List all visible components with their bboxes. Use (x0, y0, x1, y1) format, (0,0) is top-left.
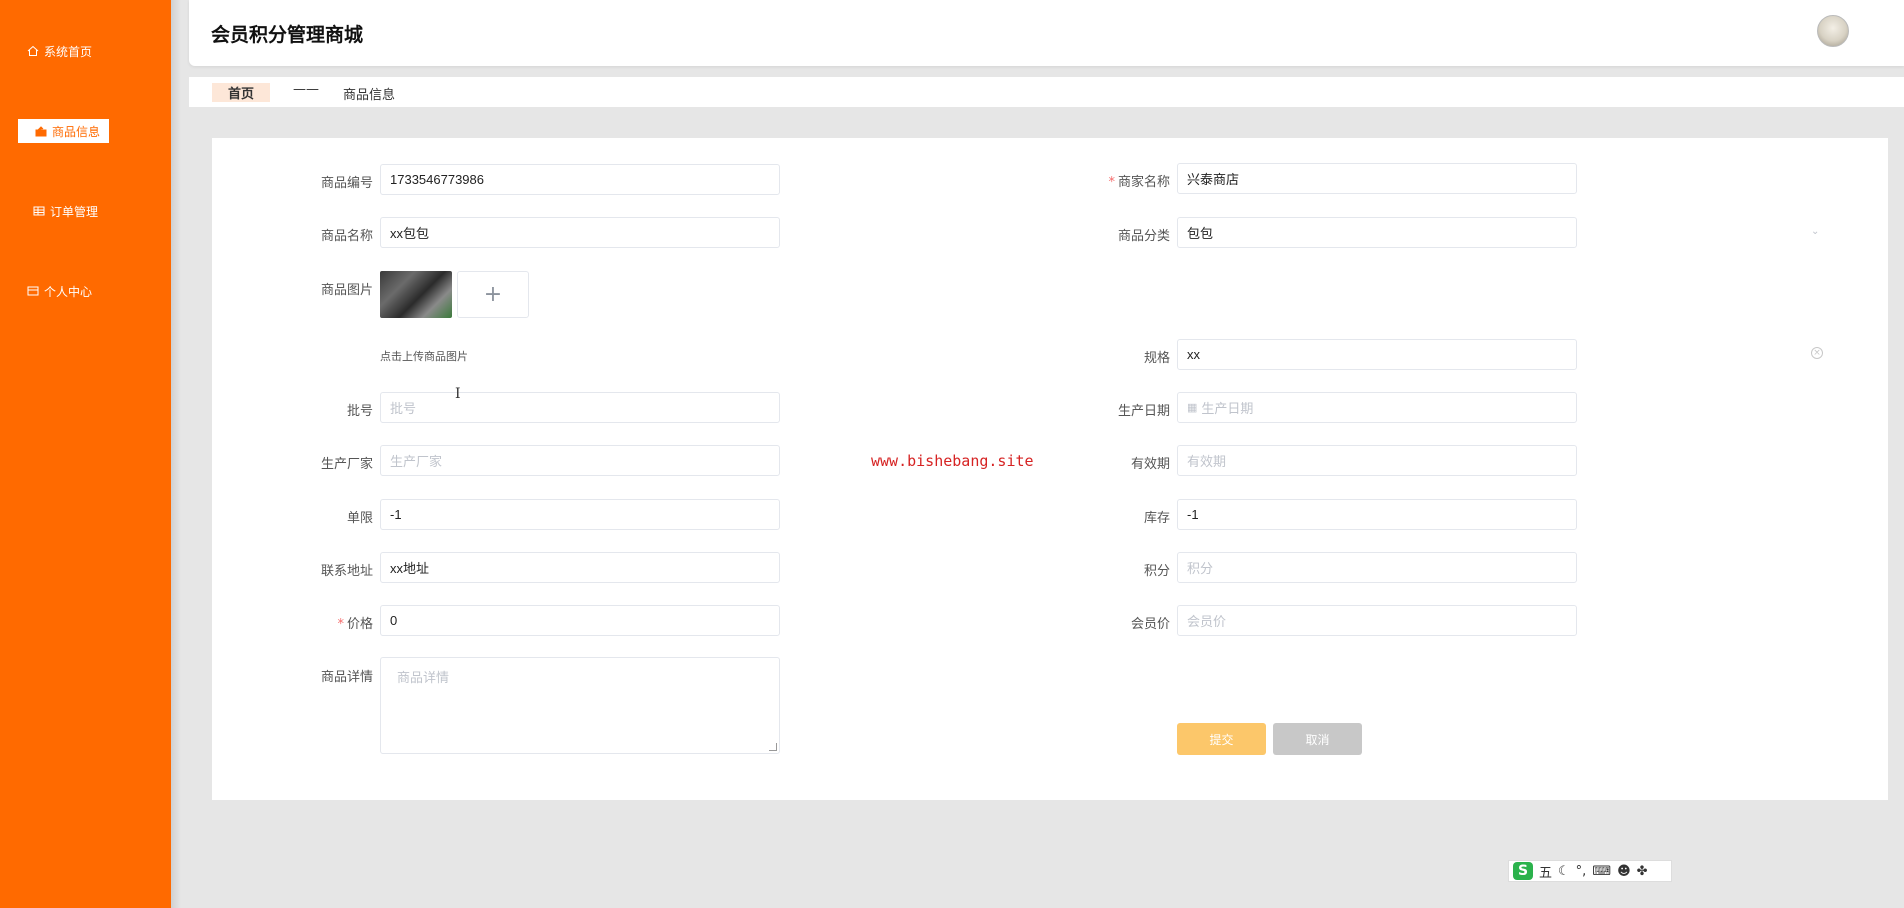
clear-icon[interactable]: × (1811, 347, 1823, 359)
sidebar-item-label: 系统首页 (44, 44, 93, 59)
details-label: 商品详情 (320, 670, 373, 685)
resize-handle[interactable] (769, 743, 777, 751)
sidebar-item-home[interactable]: 系统首页 (0, 39, 171, 63)
table-icon (32, 204, 46, 218)
member-price-label: 会员价 (1130, 617, 1170, 632)
product-image-thumbnail[interactable] (380, 271, 452, 318)
stock-input[interactable]: -1 (1177, 499, 1577, 530)
avatar[interactable] (1817, 15, 1849, 47)
sidebar-item-label: 个人中心 (44, 284, 93, 299)
product-name-label: 商品名称 (320, 229, 373, 244)
product-code-input[interactable]: 1733546773986 (380, 164, 780, 195)
sidebar-item-label: 订单管理 (50, 204, 99, 219)
breadcrumb-home[interactable]: 首页 (212, 83, 270, 102)
goods-icon (34, 124, 48, 138)
punctuation-icon[interactable]: °, (1576, 864, 1587, 879)
upload-hint: 点击上传商品图片 (380, 350, 468, 363)
ime-toolbar: S 五 ☾ °, ⌨ ☻ ✤ (1508, 860, 1672, 882)
production-date-placeholder: 生产日期 (1201, 401, 1254, 416)
limit-input[interactable]: -1 (380, 499, 780, 530)
sidebar-item-label: 商品信息 (52, 124, 101, 139)
member-price-input[interactable]: 会员价 (1177, 605, 1577, 636)
price-input[interactable]: 0 (380, 605, 780, 636)
production-date-label: 生产日期 (1117, 404, 1170, 419)
expiry-label: 有效期 (1130, 457, 1170, 472)
batch-label: 批号 (346, 404, 373, 419)
required-marker: * (337, 617, 344, 632)
production-date-picker[interactable]: ▦ 生产日期 (1177, 392, 1577, 423)
details-textarea[interactable]: 商品详情 (380, 657, 780, 754)
details-placeholder: 商品详情 (397, 671, 450, 686)
limit-label: 单限 (346, 511, 373, 526)
product-code-label: 商品编号 (320, 176, 373, 191)
sidebar-item-profile[interactable]: 个人中心 (0, 279, 171, 303)
app-title: 会员积分管理商城 (211, 24, 364, 46)
ime-mode-button[interactable]: 五 (1539, 862, 1552, 881)
submit-button[interactable]: 提交 (1177, 723, 1266, 755)
product-image-label: 商品图片 (320, 283, 373, 298)
spec-input[interactable]: xx (1177, 339, 1577, 370)
expiry-input[interactable]: 有效期 (1177, 445, 1577, 476)
category-label: 商品分类 (1117, 229, 1170, 244)
breadcrumb: 首页 —— 商品信息 (189, 77, 1904, 107)
breadcrumb-separator: —— (293, 82, 319, 97)
top-header: 会员积分管理商城 (189, 0, 1904, 66)
upload-image-button[interactable]: + (457, 271, 529, 318)
merchant-name-label: * 商家名称 (1050, 171, 1170, 190)
sidebar-item-goods[interactable]: 商品信息 (0, 119, 171, 143)
points-input[interactable]: 积分 (1177, 552, 1577, 583)
calendar-icon: ▦ (1187, 402, 1198, 414)
spec-label: 规格 (1143, 351, 1170, 366)
user-icon[interactable]: ☻ (1617, 864, 1631, 879)
home-icon (26, 44, 40, 58)
manufacturer-label: 生产厂家 (320, 457, 373, 472)
required-marker: * (1108, 175, 1115, 190)
price-label-text: 价格 (346, 617, 373, 632)
stock-label: 库存 (1143, 511, 1170, 526)
breadcrumb-current: 商品信息 (343, 88, 396, 103)
keyboard-icon[interactable]: ⌨ (1592, 864, 1611, 879)
address-label: 联系地址 (320, 564, 373, 579)
sidebar-shadow (171, 0, 181, 908)
chevron-down-icon[interactable]: ⌄ (1811, 226, 1819, 237)
cancel-button[interactable]: 取消 (1273, 723, 1362, 755)
manufacturer-input[interactable]: 生产厂家 (380, 445, 780, 476)
text-cursor-icon: I (455, 386, 461, 402)
ime-logo-icon[interactable]: S (1513, 862, 1533, 880)
price-label: * 价格 (253, 613, 373, 632)
address-input[interactable]: xx地址 (380, 552, 780, 583)
merchant-name-input[interactable]: 兴泰商店 (1177, 163, 1577, 194)
moon-icon[interactable]: ☾ (1558, 864, 1570, 879)
watermark-text: www.bishebang.site (871, 452, 1034, 470)
points-label: 积分 (1143, 564, 1170, 579)
batch-input[interactable]: 批号 (380, 392, 780, 423)
sidebar: 系统首页 商品信息 订单管理 个人中心 (0, 0, 171, 908)
grid-icon[interactable]: ✤ (1637, 864, 1648, 879)
product-name-input[interactable]: xx包包 (380, 217, 780, 248)
user-card-icon (26, 284, 40, 298)
sidebar-item-orders[interactable]: 订单管理 (0, 199, 171, 223)
category-select[interactable]: 包包 (1177, 217, 1577, 248)
merchant-name-label-text: 商家名称 (1117, 175, 1170, 190)
